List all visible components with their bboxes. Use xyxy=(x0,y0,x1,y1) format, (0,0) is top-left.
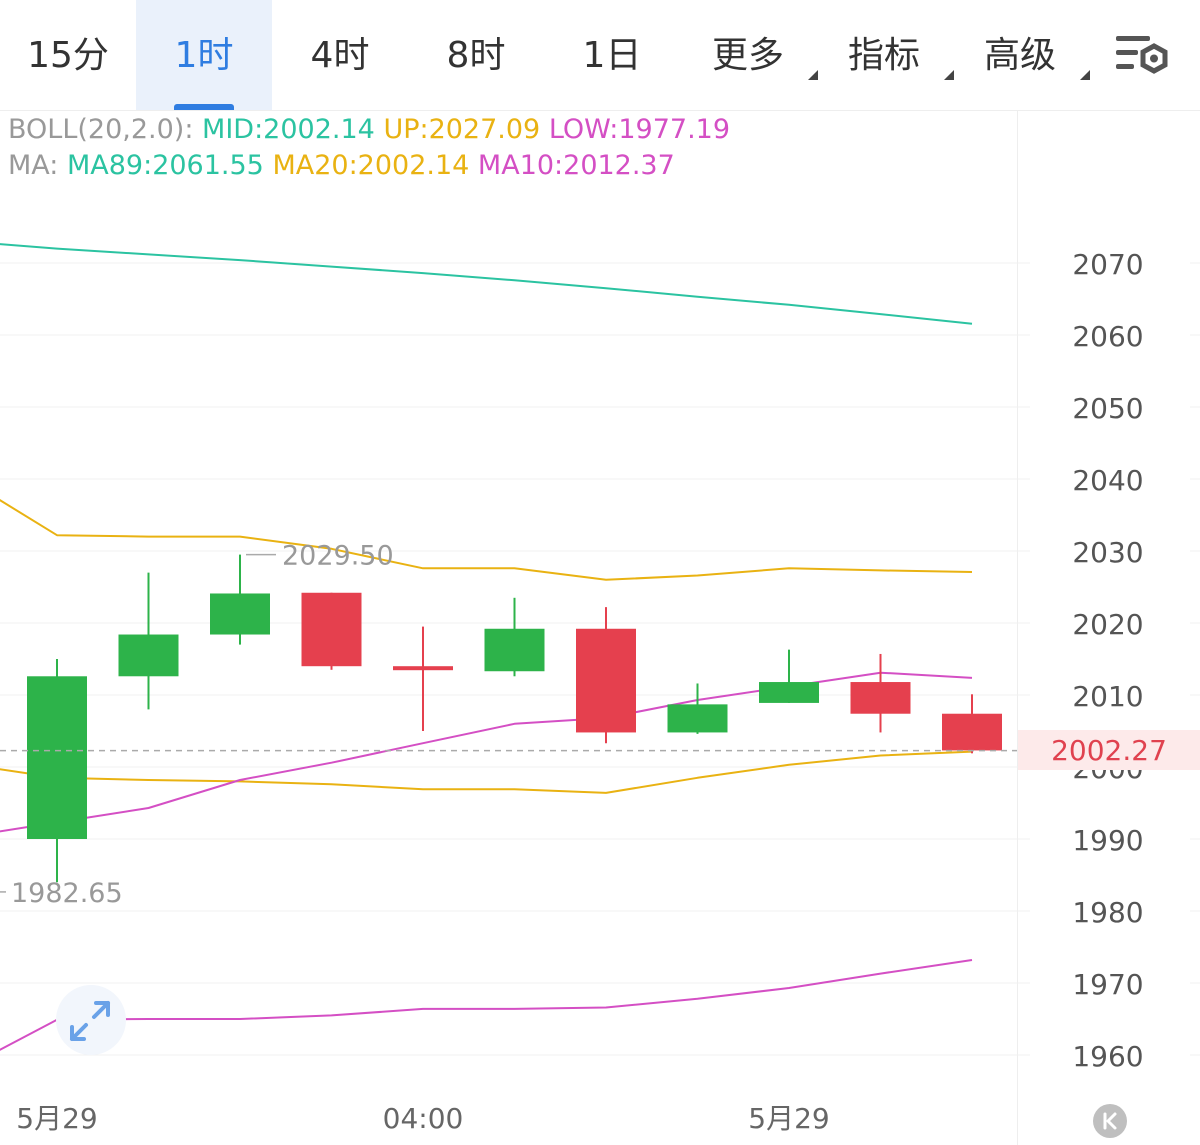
y-tick-label: 2070 xyxy=(1072,248,1143,281)
y-tick-label: 2020 xyxy=(1072,608,1143,641)
tab-label: 更多 xyxy=(711,35,784,76)
candle-up xyxy=(118,572,179,710)
fullscreen-button[interactable] xyxy=(56,985,126,1055)
candle-down xyxy=(393,626,453,731)
scroll-to-latest-button[interactable] xyxy=(1093,1104,1127,1138)
timeframe-toolbar: 15分 1时 4时 8时 1日 更多 指标 高级 xyxy=(0,0,1200,111)
x-axis-label: 04:00 xyxy=(383,1102,464,1135)
y-tick-label: 2040 xyxy=(1072,464,1143,497)
tab-label: 指标 xyxy=(847,35,920,76)
candle-body xyxy=(576,628,636,733)
candle-down xyxy=(576,607,636,744)
candle-body xyxy=(759,682,819,703)
candle-body xyxy=(667,704,728,733)
tab-indicators[interactable]: 指标 xyxy=(816,0,954,110)
chart-settings-button[interactable] xyxy=(1112,28,1174,84)
tab-8hour[interactable]: 8时 xyxy=(408,0,544,110)
y-tick-label: 1980 xyxy=(1072,896,1143,929)
tab-label: 8时 xyxy=(446,35,506,76)
y-axis-ticks: 1960197019801990200020102020203020402050… xyxy=(1072,248,1143,1073)
tab-1day[interactable]: 1日 xyxy=(544,0,680,110)
x-axis-label: 5月29 xyxy=(16,1102,97,1135)
tab-label: 15分 xyxy=(27,35,109,76)
tab-label: 1时 xyxy=(174,35,234,76)
candle-body xyxy=(942,713,1002,751)
candle-body xyxy=(210,593,270,635)
candle-up xyxy=(27,659,87,883)
lower-line xyxy=(0,959,973,1051)
candle-body xyxy=(393,666,453,671)
dropdown-triangle-icon xyxy=(1080,70,1090,80)
candle-body xyxy=(301,592,362,667)
candle-body xyxy=(850,682,911,714)
chart-settings-icon xyxy=(1116,36,1168,74)
candle-down xyxy=(301,592,362,670)
y-tick-label: 2050 xyxy=(1072,392,1143,425)
low-price-label: 1982.65 xyxy=(11,878,123,909)
tab-4hour[interactable]: 4时 xyxy=(272,0,408,110)
skip-to-end-icon xyxy=(1103,1112,1117,1130)
tab-1hour[interactable]: 1时 xyxy=(136,0,272,110)
ma20-line xyxy=(0,499,973,581)
y-tick-label: 1970 xyxy=(1072,968,1143,1001)
candle-up xyxy=(759,649,819,703)
tab-15min[interactable]: 15分 xyxy=(0,0,136,110)
ma10-line xyxy=(0,671,973,833)
high-price-label: 2029.50 xyxy=(282,541,394,572)
expand-arrows-icon xyxy=(70,1001,110,1041)
y-tick-label: 2060 xyxy=(1072,320,1143,353)
candle-body xyxy=(484,628,545,672)
candle-up xyxy=(210,554,270,645)
y-tick-label: 1960 xyxy=(1072,1040,1143,1073)
candles xyxy=(27,554,1002,883)
tab-label: 4时 xyxy=(310,35,370,76)
tab-label: 1日 xyxy=(582,35,642,76)
candle-down xyxy=(942,694,1002,754)
ma89-line xyxy=(0,243,973,325)
y-tick-label: 2030 xyxy=(1072,536,1143,569)
candle-up xyxy=(484,597,545,677)
candle-down xyxy=(850,653,911,733)
candle-body xyxy=(118,634,179,677)
last-price-tag: 2002.27 xyxy=(1018,730,1200,770)
y-tick-label: 1990 xyxy=(1072,824,1143,857)
candlestick-chart[interactable]: 1960197019801990200020102020203020402050… xyxy=(0,110,1200,1145)
y-tick-label: 2010 xyxy=(1072,680,1143,713)
candle-up xyxy=(667,683,728,734)
mid-line xyxy=(0,750,973,794)
tab-label: 高级 xyxy=(983,35,1056,76)
tab-advanced[interactable]: 高级 xyxy=(952,0,1090,110)
x-axis-labels: 5月29 04:00 5月29 xyxy=(16,1102,829,1135)
x-axis-label: 5月29 xyxy=(748,1102,829,1135)
candle-body xyxy=(27,676,87,839)
tab-more[interactable]: 更多 xyxy=(680,0,818,110)
